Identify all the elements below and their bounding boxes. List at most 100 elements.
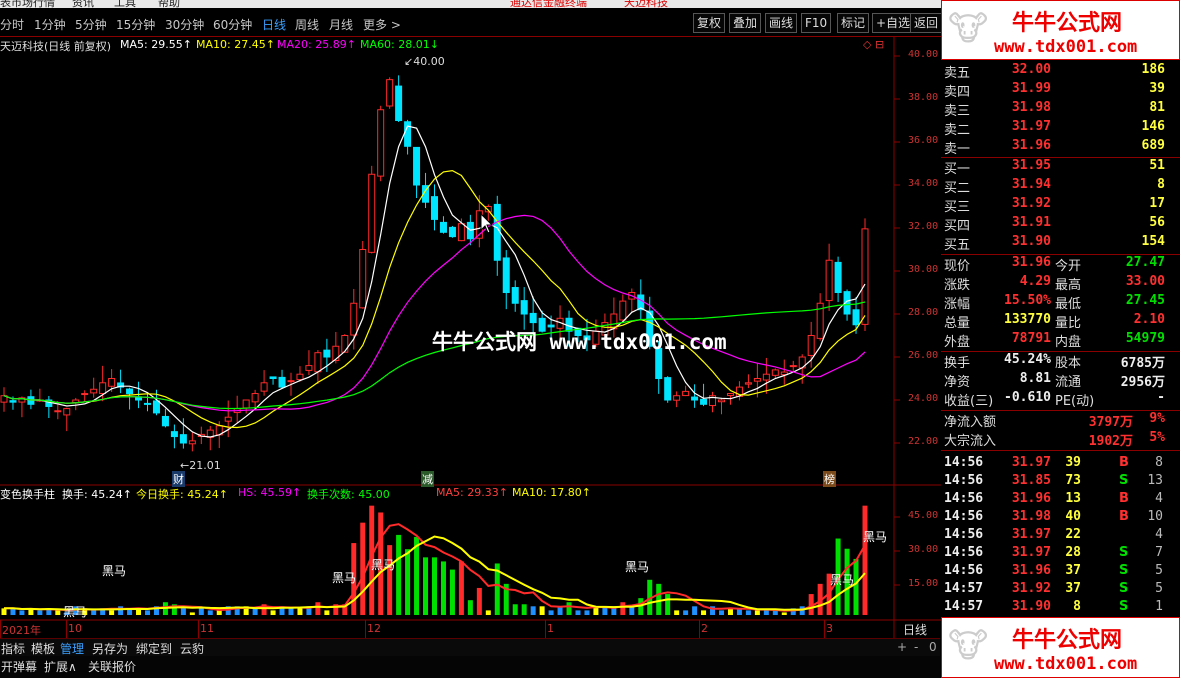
candle: [664, 377, 672, 401]
back-button[interactable]: 返回: [910, 13, 943, 33]
period-monthly[interactable]: 月线: [329, 16, 353, 32]
period-badge[interactable]: 日线: [903, 621, 927, 638]
trade-volume: 22: [1065, 527, 1081, 542]
zoom-reset-button[interactable]: 0: [929, 640, 937, 654]
danmaku-button[interactable]: 开弹幕: [1, 658, 37, 675]
flow-row[interactable]: 净流入额 3797万 9%: [941, 411, 1171, 430]
quote-label: 量比: [1055, 316, 1082, 331]
fundamental-row[interactable]: 换手 45.24% 股本 6785万: [941, 352, 1171, 371]
trade-row[interactable]: 14:57 31.90 8 S 1: [941, 599, 1171, 618]
tab-bind[interactable]: 绑定到: [136, 640, 172, 657]
bid-row[interactable]: 买二 31.94 8: [941, 177, 1171, 196]
bid-row[interactable]: 买四 31.91 56: [941, 215, 1171, 234]
period-intraday[interactable]: 分时: [0, 16, 24, 32]
ask-row[interactable]: 卖五 32.00 186: [941, 62, 1171, 81]
tab-manage[interactable]: 管理: [60, 640, 84, 657]
tab-save-as[interactable]: 另存为: [92, 640, 128, 657]
menu-tools[interactable]: 工具: [114, 0, 136, 8]
fundamental-row[interactable]: 收益(三) -0.610 PE(动) -: [941, 390, 1171, 409]
trade-side: S: [1119, 581, 1129, 596]
quote-row[interactable]: 总量 133770 量比 2.10: [941, 312, 1171, 331]
tab-indicator[interactable]: 指标: [1, 640, 25, 657]
f10-button[interactable]: F10: [801, 13, 832, 33]
period-5min[interactable]: 5分钟: [75, 16, 107, 32]
trade-row[interactable]: 14:56 31.97 39 B 8: [941, 455, 1171, 474]
turnover-bar: [145, 610, 150, 615]
quote-row[interactable]: 外盘 78791 内盘 54979: [941, 331, 1171, 350]
quote-label: 最低: [1055, 297, 1082, 312]
app-title: 通达信金融终端: [510, 0, 587, 8]
zoom-out-button[interactable]: -: [914, 640, 918, 654]
trade-row[interactable]: 14:56 31.97 28 S 7: [941, 545, 1171, 564]
period-30min[interactable]: 30分钟: [165, 16, 204, 32]
expand-button[interactable]: 扩展∧: [44, 658, 77, 675]
related-quote-button[interactable]: 关联报价: [88, 658, 136, 675]
ask-row[interactable]: 卖一 31.96 689: [941, 138, 1171, 157]
candle: [377, 109, 385, 177]
period-weekly[interactable]: 周线: [295, 16, 319, 32]
price-tick-label: 32.00: [908, 221, 939, 232]
tab-template[interactable]: 模板: [31, 640, 55, 657]
ask-row[interactable]: 卖三 31.98 81: [941, 100, 1171, 119]
flow-row[interactable]: 大宗流入 1902万 5%: [941, 430, 1171, 449]
bid-level: 买二: [944, 181, 971, 196]
menu-market[interactable]: 表市场行情: [0, 0, 55, 8]
quote-row[interactable]: 现价 31.96 今开 27.47: [941, 255, 1171, 274]
trade-time: 14:56: [944, 545, 984, 560]
period-60min[interactable]: 60分钟: [213, 16, 252, 32]
turnover-bar: [180, 608, 186, 615]
turnover-bar: [719, 610, 724, 615]
bid-price: 31.90: [1011, 234, 1051, 249]
trade-time: 14:56: [944, 527, 984, 542]
bid-row[interactable]: 买一 31.95 51: [941, 158, 1171, 177]
quote-row[interactable]: 涨幅 15.50% 最低 27.45: [941, 293, 1171, 312]
trade-row[interactable]: 14:56 31.96 13 B 4: [941, 491, 1171, 510]
price-tick-label: 38.00: [908, 92, 939, 103]
add-watchlist-button[interactable]: +自选: [872, 13, 915, 33]
quote-row[interactable]: 涨跌 4.29 最高 33.00: [941, 274, 1171, 293]
overlay-button[interactable]: 叠加: [729, 13, 762, 33]
event-tag-rank[interactable]: 榜: [823, 471, 836, 487]
bid-volume: 51: [1149, 158, 1165, 173]
bid-row[interactable]: 买五 31.90 154: [941, 234, 1171, 253]
price-tick-label: 26.00: [908, 350, 939, 361]
trade-row[interactable]: 14:56 31.96 37 S 5: [941, 563, 1171, 582]
turnover-bar: [449, 569, 455, 615]
menu-news[interactable]: 资讯: [72, 0, 94, 8]
quote-label: 涨跌: [944, 278, 971, 293]
turnover-bar: [548, 610, 554, 615]
bid-row[interactable]: 买三 31.92 17: [941, 196, 1171, 215]
trade-time: 14:57: [944, 599, 984, 614]
ask-row[interactable]: 卖四 31.99 39: [941, 81, 1171, 100]
turnover-bar: [781, 612, 787, 615]
draw-button[interactable]: 画线: [765, 13, 798, 33]
candle: [359, 249, 367, 309]
menu-help[interactable]: 帮助: [158, 0, 180, 8]
ask-row[interactable]: 卖二 31.97 146: [941, 119, 1171, 138]
trade-count: 13: [1147, 473, 1163, 488]
candle: [368, 173, 376, 253]
indicator-legend-item: 今日换手: 45.24↑: [136, 488, 228, 501]
trade-row[interactable]: 14:57 31.92 37 S 5: [941, 581, 1171, 600]
turnover-bar: [701, 610, 707, 615]
tab-cloud[interactable]: 云豹: [180, 640, 204, 657]
event-tag-reduce[interactable]: 减: [421, 471, 434, 487]
period-15min[interactable]: 15分钟: [116, 16, 155, 32]
quote-label: 内盘: [1055, 335, 1082, 350]
candle: [529, 312, 537, 324]
period-more[interactable]: 更多 >: [363, 16, 401, 32]
trade-row[interactable]: 14:56 31.85 73 S 13: [941, 473, 1171, 492]
bottom-tabs: 指标 模板 管理 另存为 绑定到 云豹 + - 0: [0, 638, 940, 656]
fundamental-row[interactable]: 净资 8.81 流通 2956万: [941, 371, 1171, 390]
zoom-in-button[interactable]: +: [897, 640, 907, 654]
period-1min[interactable]: 1分钟: [34, 16, 66, 32]
trade-row[interactable]: 14:56 31.97 22 4: [941, 527, 1171, 546]
trade-row[interactable]: 14:56 31.98 40 B 10: [941, 509, 1171, 528]
mark-button[interactable]: 标记: [837, 13, 870, 33]
logo-title: 牛牛公式网: [1012, 10, 1123, 36]
event-tag-finance[interactable]: 财: [172, 471, 185, 487]
bid-volume: 154: [1141, 234, 1165, 249]
period-daily[interactable]: 日线: [262, 16, 286, 32]
adjust-button[interactable]: 复权: [693, 13, 726, 33]
quote-value: 27.45: [1125, 293, 1165, 308]
